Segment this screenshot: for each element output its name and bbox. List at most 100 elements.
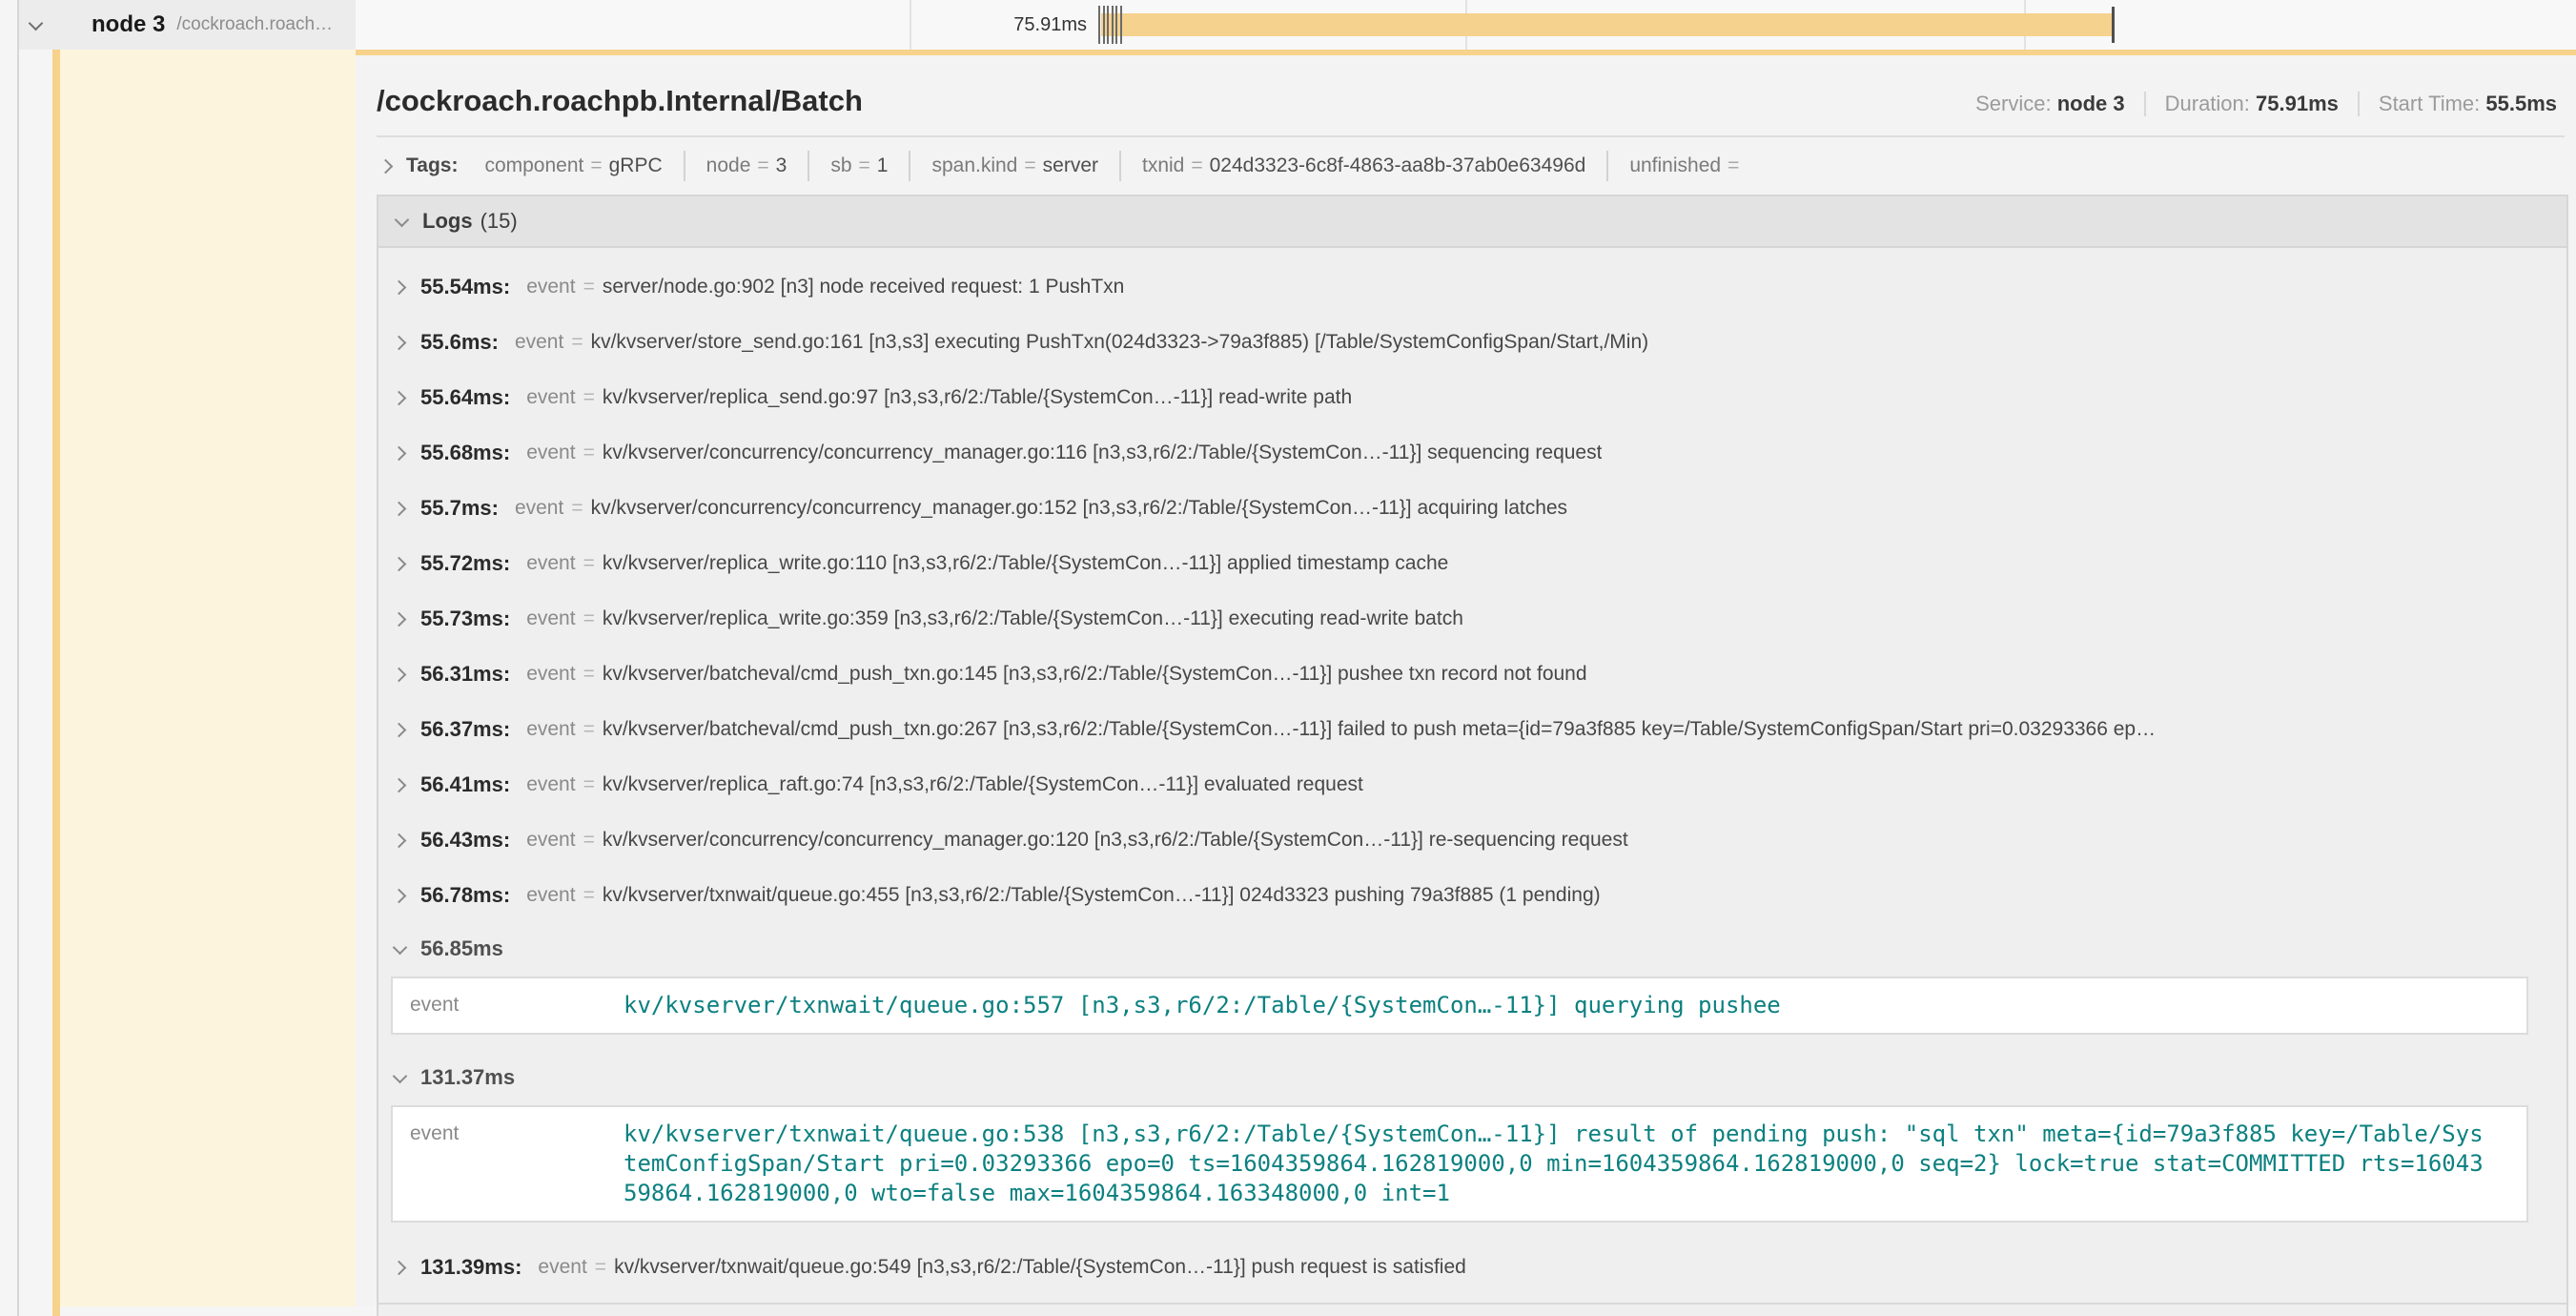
span-service-name: node 3 (92, 11, 165, 38)
tag-pill: sb=1 (809, 151, 910, 181)
logs-list: 55.54ms: event = server/node.go:902 [n3]… (378, 248, 2566, 1295)
log-timestamp: 55.68ms: (420, 441, 510, 465)
log-timestamp: 55.6ms: (420, 330, 499, 355)
span-bar[interactable] (1101, 13, 2114, 36)
tag-pill: unfinished= (1608, 151, 1767, 181)
chevron-right-icon[interactable] (392, 501, 408, 517)
log-message: kv/kvserver/replica_raft.go:74 [n3,s3,r6… (603, 773, 1363, 796)
log-message: kv/kvserver/replica_write.go:110 [n3,s3,… (603, 552, 1449, 575)
chevron-down-icon[interactable] (392, 1070, 408, 1086)
span-title: /cockroach.roachpb.Internal/Batch (377, 84, 1975, 118)
log-equals: = (583, 718, 595, 741)
log-field-key: event (526, 276, 575, 298)
log-field-key: event (526, 773, 575, 796)
log-row[interactable]: 55.54ms: event = server/node.go:902 [n3]… (378, 259, 2566, 315)
selected-span-column-highlight (60, 50, 356, 1306)
log-equals: = (583, 884, 595, 907)
log-timestamp: 56.85ms (420, 936, 503, 961)
log-equals: = (583, 442, 595, 464)
span-timeline-cell[interactable]: 75.91ms (356, 0, 2576, 50)
span-meta-item: Duration: 75.91ms (2144, 92, 2339, 116)
logs-count: (15) (480, 209, 518, 234)
log-tick (1120, 6, 1122, 44)
log-row[interactable]: 131.39ms: event = kv/kvserver/txnwait/qu… (378, 1240, 2566, 1295)
log-row[interactable]: 55.73ms: event = kv/kvserver/replica_wri… (378, 591, 2566, 647)
log-field-key: event (526, 442, 575, 464)
log-timestamp: 55.73ms: (420, 607, 510, 631)
log-field-key: event (526, 829, 575, 852)
log-equals: = (583, 552, 595, 575)
chevron-right-icon[interactable] (392, 833, 408, 849)
log-row[interactable]: 56.43ms: event = kv/kvserver/concurrency… (378, 812, 2566, 868)
log-message: server/node.go:902 [n3] node received re… (603, 276, 1125, 298)
chevron-right-icon[interactable] (392, 722, 408, 738)
chevron-right-icon[interactable] (392, 335, 408, 351)
log-field-key: event (538, 1256, 586, 1279)
span-indent-guide (17, 0, 19, 1316)
chevron-right-icon[interactable] (392, 888, 408, 904)
span-row[interactable]: node 3 /cockroach.roach… 75.91ms (0, 0, 2576, 50)
log-row-expanded: 131.37ms event kv/kvserver/txnwait/queue… (378, 1052, 2566, 1223)
log-fields-table: event kv/kvserver/txnwait/queue.go:557 [… (391, 977, 2528, 1035)
log-row[interactable]: 56.31ms: event = kv/kvserver/batcheval/c… (378, 647, 2566, 702)
chevron-right-icon[interactable] (392, 279, 408, 296)
log-field-row: event kv/kvserver/txnwait/queue.go:557 [… (410, 991, 2507, 1020)
log-field-row: event kv/kvserver/txnwait/queue.go:538 [… (410, 1120, 2507, 1208)
chevron-down-icon[interactable] (392, 941, 408, 957)
log-row[interactable]: 56.37ms: event = kv/kvserver/batcheval/c… (378, 702, 2566, 757)
log-equals: = (595, 1256, 606, 1279)
log-timestamp: 131.39ms: (420, 1255, 521, 1280)
log-tick (1103, 6, 1105, 44)
span-name-cell[interactable]: node 3 /cockroach.roach… (19, 0, 356, 50)
selected-span-accent-bar (52, 0, 60, 1316)
span-detail-header: /cockroach.roachpb.Internal/Batch Servic… (356, 55, 2576, 193)
log-field-key: event (526, 718, 575, 741)
span-meta-item: Start Time: 55.5ms (2358, 92, 2557, 116)
chevron-right-icon[interactable] (392, 445, 408, 462)
chevron-down-icon[interactable] (28, 17, 44, 33)
log-row[interactable]: 55.68ms: event = kv/kvserver/concurrency… (378, 425, 2566, 481)
logs-title: Logs (422, 209, 473, 234)
log-tick (1115, 6, 1117, 44)
log-field-key: event (526, 607, 575, 630)
log-timestamp: 56.31ms: (420, 662, 510, 687)
span-duration-label: 75.91ms (1013, 0, 1087, 50)
log-row[interactable]: 56.41ms: event = kv/kvserver/replica_raf… (378, 757, 2566, 812)
log-field-key: event (515, 497, 563, 520)
chevron-right-icon[interactable] (392, 1260, 408, 1276)
chevron-down-icon[interactable] (394, 214, 410, 230)
log-message: kv/kvserver/store_send.go:161 [n3,s3] ex… (591, 331, 1649, 354)
log-tick (1098, 6, 1100, 44)
log-field-value: kv/kvserver/txnwait/queue.go:538 [n3,s3,… (624, 1120, 2492, 1208)
log-row[interactable]: 55.6ms: event = kv/kvserver/store_send.g… (378, 315, 2566, 370)
log-timestamp: 56.37ms: (420, 717, 510, 742)
log-row[interactable]: 55.7ms: event = kv/kvserver/concurrency/… (378, 481, 2566, 536)
logs-footer-note: Log timestamps are relative to the start… (378, 1303, 2566, 1316)
tags-toggle[interactable]: Tags: component=gRPCnode=3sb=1span.kind=… (377, 137, 2565, 193)
log-tick (1112, 6, 1114, 44)
log-field-key: event (515, 331, 563, 354)
log-equals: = (583, 607, 595, 630)
log-message: kv/kvserver/concurrency/concurrency_mana… (603, 442, 1603, 464)
log-row-expanded-header[interactable]: 56.85ms (378, 923, 2566, 975)
chevron-right-icon[interactable] (378, 158, 395, 175)
chevron-right-icon[interactable] (392, 777, 408, 793)
log-field-key: event (526, 884, 575, 907)
log-field-key: event (410, 991, 624, 1020)
log-row[interactable]: 55.64ms: event = kv/kvserver/replica_sen… (378, 370, 2566, 425)
log-row[interactable]: 55.72ms: event = kv/kvserver/replica_wri… (378, 536, 2566, 591)
chevron-right-icon[interactable] (392, 667, 408, 683)
chevron-right-icon[interactable] (392, 556, 408, 572)
logs-header[interactable]: Logs (15) (378, 196, 2566, 248)
tag-pill: span.kind=server (910, 151, 1121, 181)
log-message: kv/kvserver/concurrency/concurrency_mana… (591, 497, 1567, 520)
timeline-gridline (910, 0, 911, 50)
log-fields-table: event kv/kvserver/txnwait/queue.go:538 [… (391, 1105, 2528, 1223)
log-field-value: kv/kvserver/txnwait/queue.go:557 [n3,s3,… (624, 991, 2492, 1020)
chevron-right-icon[interactable] (392, 611, 408, 627)
log-timestamp: 55.7ms: (420, 496, 499, 521)
log-equals: = (583, 386, 595, 409)
log-row-expanded-header[interactable]: 131.37ms (378, 1052, 2566, 1103)
chevron-right-icon[interactable] (392, 390, 408, 406)
log-row[interactable]: 56.78ms: event = kv/kvserver/txnwait/que… (378, 868, 2566, 923)
